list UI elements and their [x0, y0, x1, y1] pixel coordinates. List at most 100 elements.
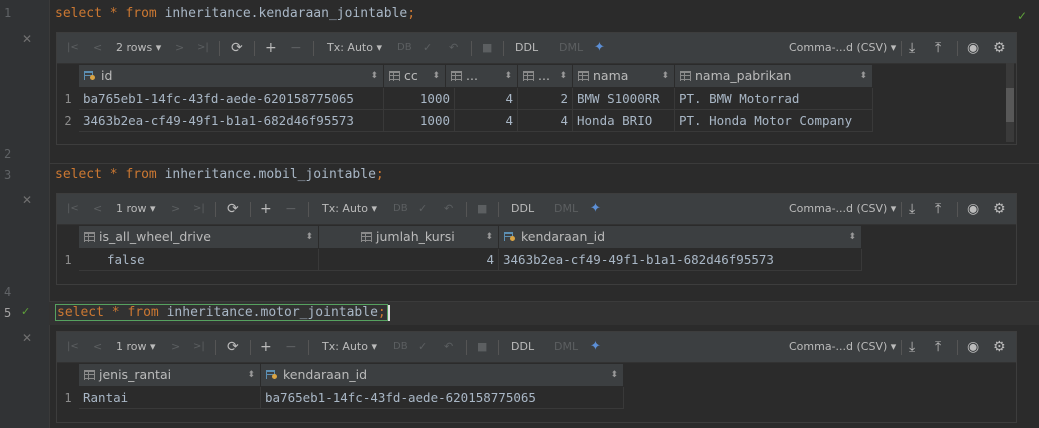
- column-header-kendaraan-id[interactable]: kendaraan_id ⬍: [499, 226, 862, 248]
- gear-icon[interactable]: ⚙: [993, 194, 1006, 224]
- gear-icon[interactable]: ⚙: [993, 332, 1006, 362]
- table-cell[interactable]: 2: [518, 88, 573, 110]
- view-icon[interactable]: ◉: [967, 332, 979, 362]
- cancel-query-icon[interactable]: ■: [482, 33, 492, 63]
- row-number[interactable]: 1: [57, 387, 79, 409]
- commit-icon[interactable]: ✓: [423, 33, 432, 63]
- sort-icon[interactable]: ⬍: [432, 65, 440, 87]
- tx-mode-selector[interactable]: Tx: Auto ▾: [322, 332, 377, 362]
- delete-row-icon[interactable]: −: [285, 332, 297, 362]
- tx-mode-selector[interactable]: Tx: Auto ▾: [327, 33, 382, 63]
- sort-icon[interactable]: ⬍: [610, 364, 618, 386]
- table-cell[interactable]: 4: [455, 110, 518, 132]
- cancel-query-icon[interactable]: ■: [477, 194, 487, 224]
- rollback-icon[interactable]: ↶: [444, 194, 453, 224]
- commit-icon[interactable]: ✓: [418, 194, 427, 224]
- sql-statement-1[interactable]: select * from inheritance.kendaraan_join…: [55, 4, 415, 24]
- db-icon[interactable]: DB: [397, 33, 412, 63]
- row-number[interactable]: 1: [57, 88, 79, 110]
- export-format-selector[interactable]: Comma-...d (CSV) ▾: [789, 33, 896, 63]
- pin-icon[interactable]: ✦: [594, 33, 605, 63]
- row-count-selector[interactable]: 1 row ▾: [116, 194, 156, 224]
- next-page-icon[interactable]: >: [171, 332, 180, 362]
- first-page-icon[interactable]: |<: [67, 332, 79, 362]
- prev-page-icon[interactable]: <: [93, 332, 102, 362]
- column-header-nama-pabrikan[interactable]: nama_pabrikan ⬍: [675, 65, 873, 87]
- prev-page-icon[interactable]: <: [93, 194, 102, 224]
- next-page-icon[interactable]: >: [171, 194, 180, 224]
- sort-icon[interactable]: ⬍: [859, 65, 867, 87]
- table-cell[interactable]: PT. Honda Motor Company: [675, 110, 873, 132]
- row-number[interactable]: 2: [57, 110, 79, 132]
- close-result-icon[interactable]: ✕: [22, 193, 32, 207]
- sort-icon[interactable]: ⬍: [485, 226, 493, 248]
- sql-statement-3[interactable]: select * from inheritance.motor_jointabl…: [55, 303, 390, 323]
- row-count-selector[interactable]: 2 rows ▾: [116, 33, 161, 63]
- sort-icon[interactable]: ⬍: [504, 65, 512, 87]
- add-row-icon[interactable]: +: [260, 332, 272, 362]
- close-result-icon[interactable]: ✕: [22, 331, 32, 345]
- column-header-collapsed[interactable]: ... ⬍: [518, 65, 573, 87]
- column-header-jenis-rantai[interactable]: jenis_rantai ⬍: [79, 364, 261, 386]
- cancel-query-icon[interactable]: ■: [477, 332, 487, 362]
- table-cell[interactable]: PT. BMW Motorrad: [675, 88, 873, 110]
- tx-mode-selector[interactable]: Tx: Auto ▾: [322, 194, 377, 224]
- sort-icon[interactable]: ⬍: [559, 65, 567, 87]
- export-icon[interactable]: ⤓: [909, 332, 915, 362]
- view-icon[interactable]: ◉: [967, 33, 979, 63]
- column-header-kendaraan-id[interactable]: kendaraan_id ⬍: [261, 364, 624, 386]
- sort-icon[interactable]: ⬍: [848, 226, 856, 248]
- import-icon[interactable]: ⤒: [935, 33, 941, 63]
- table-cell[interactable]: 1000: [384, 88, 455, 110]
- row-count-selector[interactable]: 1 row ▾: [116, 332, 156, 362]
- refresh-icon[interactable]: ⟳: [227, 194, 239, 224]
- dml-button[interactable]: DML: [554, 332, 578, 362]
- last-page-icon[interactable]: >|: [193, 332, 205, 362]
- next-page-icon[interactable]: >: [175, 33, 184, 63]
- add-row-icon[interactable]: +: [265, 33, 277, 63]
- column-header-id[interactable]: id ⬍: [79, 65, 384, 87]
- table-cell[interactable]: 3463b2ea-cf49-49f1-b1a1-682d46f95573: [79, 110, 384, 132]
- import-icon[interactable]: ⤒: [935, 194, 941, 224]
- table-cell[interactable]: ba765eb1-14fc-43fd-aede-620158775065: [261, 387, 624, 409]
- column-header-jumlah-kursi[interactable]: jumlah_kursi ⬍: [319, 226, 499, 248]
- close-result-icon[interactable]: ✕: [22, 32, 32, 46]
- prev-page-icon[interactable]: <: [93, 33, 102, 63]
- export-format-selector[interactable]: Comma-...d (CSV) ▾: [789, 194, 896, 224]
- ddl-button[interactable]: DDL: [511, 194, 534, 224]
- scrollbar-thumb[interactable]: [1006, 88, 1014, 122]
- sort-icon[interactable]: ⬍: [247, 364, 255, 386]
- first-page-icon[interactable]: |<: [67, 194, 79, 224]
- table-cell[interactable]: 3463b2ea-cf49-49f1-b1a1-682d46f95573: [499, 249, 862, 271]
- table-cell[interactable]: BMW S1000RR: [573, 88, 675, 110]
- sql-statement-2[interactable]: select * from inheritance.mobil_jointabl…: [55, 165, 384, 185]
- sort-icon[interactable]: ⬍: [305, 226, 313, 248]
- table-cell[interactable]: 4: [455, 88, 518, 110]
- dml-button[interactable]: DML: [554, 194, 578, 224]
- refresh-icon[interactable]: ⟳: [231, 33, 243, 63]
- ddl-button[interactable]: DDL: [511, 332, 534, 362]
- commit-icon[interactable]: ✓: [418, 332, 427, 362]
- row-number[interactable]: 1: [57, 249, 79, 271]
- table-cell[interactable]: 1000: [384, 110, 455, 132]
- delete-row-icon[interactable]: −: [290, 33, 302, 63]
- table-cell[interactable]: Rantai: [79, 387, 261, 409]
- db-icon[interactable]: DB: [393, 332, 408, 362]
- last-page-icon[interactable]: >|: [193, 194, 205, 224]
- pin-icon[interactable]: ✦: [590, 332, 601, 362]
- column-header-nama[interactable]: nama ⬍: [573, 65, 675, 87]
- gear-icon[interactable]: ⚙: [993, 33, 1006, 63]
- column-header-is-all-wheel-drive[interactable]: is_all_wheel_drive ⬍: [79, 226, 319, 248]
- refresh-icon[interactable]: ⟳: [227, 332, 239, 362]
- pin-icon[interactable]: ✦: [590, 194, 601, 224]
- table-cell[interactable]: false: [79, 249, 319, 271]
- export-icon[interactable]: ⤓: [909, 194, 915, 224]
- db-icon[interactable]: DB: [393, 194, 408, 224]
- column-header-cc[interactable]: cc ⬍: [384, 65, 446, 87]
- table-cell[interactable]: 4: [319, 249, 499, 271]
- export-format-selector[interactable]: Comma-...d (CSV) ▾: [789, 332, 896, 362]
- table-cell[interactable]: 4: [518, 110, 573, 132]
- sort-icon[interactable]: ⬍: [661, 65, 669, 87]
- table-cell[interactable]: ba765eb1-14fc-43fd-aede-620158775065: [79, 88, 384, 110]
- rollback-icon[interactable]: ↶: [449, 33, 458, 63]
